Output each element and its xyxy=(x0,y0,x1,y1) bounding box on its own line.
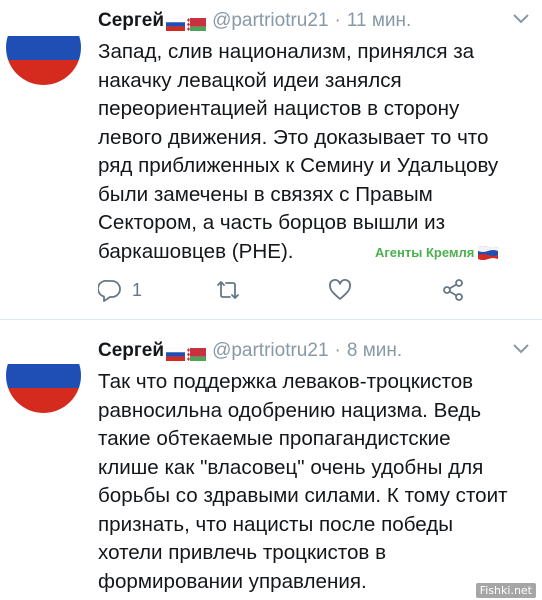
tweet-time[interactable]: 11 мин. xyxy=(347,10,411,32)
like-icon xyxy=(329,279,351,300)
like-button[interactable] xyxy=(328,278,352,302)
retweet-button[interactable] xyxy=(216,278,240,302)
reply-count: 1 xyxy=(132,279,143,300)
tweet-line: накачку левацкой идеи занялся xyxy=(98,68,402,92)
share-icon xyxy=(443,279,463,301)
tweet-header: Сергей @partriotru21 · 8 мин. xyxy=(98,340,402,362)
time-separator: · xyxy=(334,10,341,31)
tweet-line: признать, что нацисты после победы xyxy=(98,512,454,536)
tweet-line: борьбы со здравыми силами. К тому стоит xyxy=(98,484,508,507)
tweet-line: Сектором, а часть борцов вышли из xyxy=(98,211,446,234)
tweet-line: были замечены в связях с Правым xyxy=(98,182,433,206)
tweet-time[interactable]: 8 мин. xyxy=(347,340,402,362)
tweet-line: формировании управления. xyxy=(98,569,367,593)
chevron-down-icon[interactable] xyxy=(512,12,530,26)
avatar[interactable] xyxy=(6,338,81,413)
tweet-line: равносильна одобрению нацизма. Ведь xyxy=(98,398,482,422)
author-handle[interactable]: @partriotru21 xyxy=(212,10,328,32)
retweet-icon xyxy=(217,281,239,299)
tweet-line: хотели привлечь троцкистов в xyxy=(98,541,387,564)
tweet-2[interactable]: Сергей @partriotru21 · 8 мин. Так что по… xyxy=(0,320,542,600)
tweet-line: ряд приближенных к Семину и Удальцову xyxy=(98,154,499,177)
tweet-text: Запад, слив национализм, принялся за нак… xyxy=(98,38,538,266)
tweet-line: Запад, слив национализм, принялся за xyxy=(98,40,475,63)
share-button[interactable] xyxy=(441,278,465,302)
tweet-line: такие обтекаемые пропагандистские xyxy=(98,427,451,450)
tweet-header: Сергей @partriotru21 · 11 мин. xyxy=(98,10,411,32)
reply-icon xyxy=(98,279,121,302)
author-name[interactable]: Сергей xyxy=(98,340,164,362)
belarus-flag-icon xyxy=(187,15,207,31)
author-handle[interactable]: @partriotru21 xyxy=(212,340,328,362)
tweet-1[interactable]: Сергей @partriotru21 · 11 мин. Запад, сл… xyxy=(0,0,542,320)
watermark: Fishki.net xyxy=(475,583,536,598)
avatar[interactable] xyxy=(6,10,81,85)
agents-stamp-text: Агенты Кремля xyxy=(375,245,475,260)
tweet-line: переориентацией нацистов в сторону xyxy=(98,97,460,120)
russia-flag-icon xyxy=(165,345,186,361)
tweet-line: левого движения. Это доказывает то что xyxy=(98,125,489,149)
tweet-line: Так что поддержка леваков-троцкистов xyxy=(98,370,474,393)
belarus-flag-icon xyxy=(187,345,207,361)
action-bar: 1 xyxy=(0,278,542,308)
agents-stamp: Агенты Кремля xyxy=(375,245,499,260)
chevron-down-icon[interactable] xyxy=(512,342,530,356)
tweet-text: Так что поддержка леваков-троцкистов рав… xyxy=(98,368,538,596)
time-separator: · xyxy=(334,340,341,361)
russia-flag-icon xyxy=(478,245,499,260)
author-name[interactable]: Сергей xyxy=(98,10,164,32)
russia-flag-icon xyxy=(165,15,186,31)
tweet-line: клише как "власовец" очень удобны для xyxy=(98,455,484,479)
reply-button[interactable]: 1 xyxy=(98,278,142,302)
